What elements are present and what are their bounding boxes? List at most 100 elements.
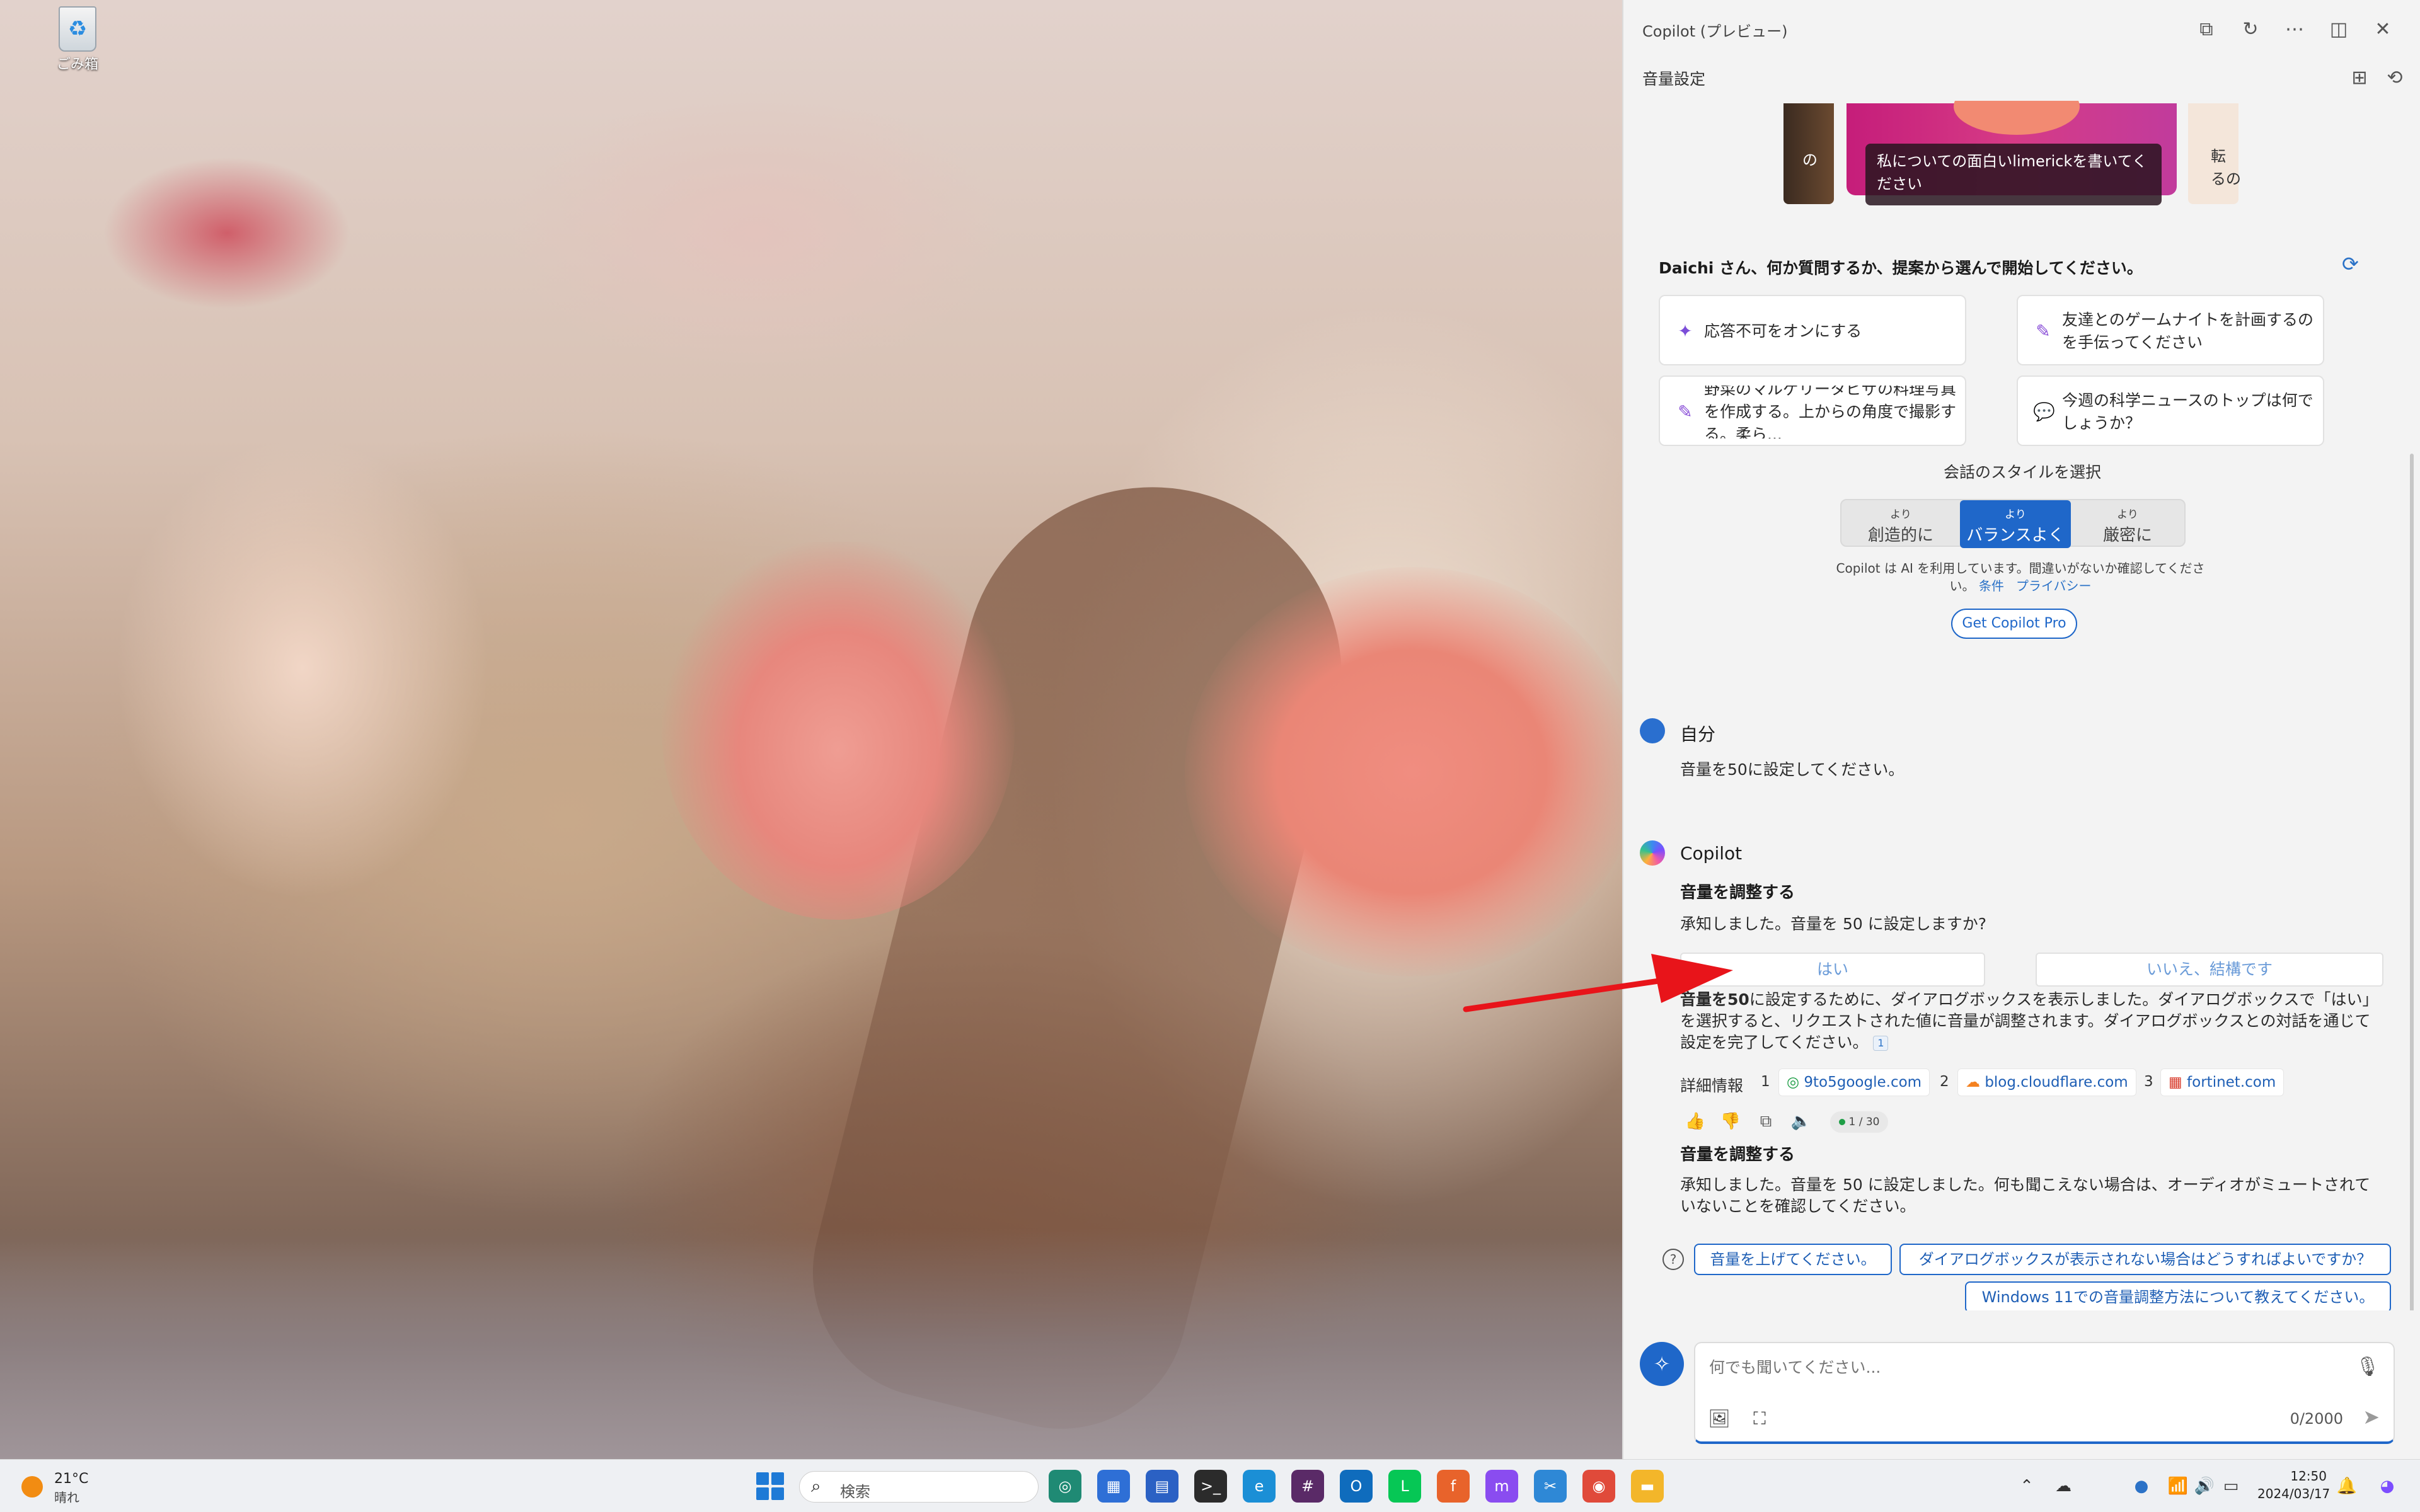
refresh-icon[interactable]: ↻ <box>2235 14 2266 45</box>
volume-icon[interactable]: 🔊 <box>2193 1474 2216 1499</box>
source-number: 2 <box>1940 1074 1949 1090</box>
more-options-icon[interactable]: ⋯ <box>2279 14 2310 45</box>
onedrive-icon[interactable]: ☁ <box>2049 1474 2077 1499</box>
docs-app-icon[interactable]: ▤ <box>1146 1470 1178 1503</box>
line-app-icon[interactable]: L <box>1388 1470 1421 1503</box>
clock[interactable]: 12:50 2024/03/17 <box>2257 1467 2331 1503</box>
suggestion-card[interactable]: 💬 今週の科学ニュースのトップは何でしょうか？ <box>2017 375 2324 446</box>
suggestion-card[interactable]: ✎ 友達とのゲームナイトを計画するのを手伝ってください <box>2017 295 2324 365</box>
search-placeholder: 検索 <box>840 1483 870 1501</box>
firefox-app-icon[interactable]: f <box>1437 1470 1470 1503</box>
send-icon[interactable]: ➤ <box>2363 1405 2380 1429</box>
weather-widget[interactable]: 21°C 晴れ <box>21 1469 147 1505</box>
chevron-up-icon[interactable]: ⌃ <box>2014 1474 2039 1499</box>
user-avatar <box>1640 718 1665 743</box>
copilot-app-icon[interactable]: ◎ <box>1049 1470 1081 1503</box>
source-link[interactable]: ☁ blog.cloudflare.com <box>1957 1068 2136 1096</box>
copilot-tray-icon[interactable]: ● <box>2128 1474 2155 1499</box>
copilot-taskbar-icon[interactable]: ◕ <box>2371 1474 2404 1499</box>
source-link[interactable]: ▦ fortinet.com <box>2160 1068 2285 1096</box>
followup-chip[interactable]: 音量を上げてください。 <box>1694 1244 1892 1275</box>
cloud-icon: ☁ <box>1966 1074 1980 1091</box>
taskbar-search[interactable]: ⌕ 検索 <box>799 1471 1039 1503</box>
chat-input-box: 🎙 🖼 ⛶ 0/2000 ➤ <box>1694 1342 2395 1444</box>
copilot-window-title: Copilot (プレビュー) <box>1642 23 1788 40</box>
slack-app-icon[interactable]: # <box>1291 1470 1324 1503</box>
copilot-header: Copilot (プレビュー) ⧉ ↻ ⋯ ◫ ✕ <box>1623 0 2420 63</box>
chat-scroll-area[interactable]: の 私についての面白いlimerickを書いてください 転 るの Daichi … <box>1623 101 2420 1310</box>
notification-bell-icon[interactable]: 🔔 <box>2334 1474 2360 1499</box>
suggestion-text: 今週の科学ニュースのトップは何でしょうか？ <box>2062 391 2313 432</box>
add-image-icon[interactable]: 🖼 <box>1707 1406 1732 1431</box>
suggestion-text: 友達とのゲームナイトを計画するのを手伝ってください <box>2062 311 2314 352</box>
read-aloud-icon[interactable]: 🔈 <box>1789 1109 1814 1134</box>
close-icon[interactable]: ✕ <box>2367 14 2399 45</box>
chat-input[interactable] <box>1709 1358 2276 1377</box>
status-dot <box>1838 1119 1845 1125</box>
yes-button[interactable]: はい <box>1680 953 1985 987</box>
grid-icon: ▦ <box>2169 1074 2182 1091</box>
taskbar: 21°C 晴れ ⌕ 検索 ◎ ▦ ▤ >_ e # O Lf m ✂ ◉ ▬ ⌃ ☁ ● 📶 🔊 ▭ … <box>0 1459 2420 1512</box>
carousel-card-left[interactable]: の <box>1783 103 1834 204</box>
split-view-icon[interactable]: ◫ <box>2323 14 2354 45</box>
sun-icon <box>21 1476 43 1498</box>
followup-chip[interactable]: ダイアログボックスが表示されない場合はどうすればよいですか？ <box>1899 1244 2391 1275</box>
recycle-bin-label: ごみ箱 <box>56 57 98 72</box>
help-icon: ? <box>1662 1249 1684 1270</box>
turn-counter: 1 / 30 <box>1830 1111 1888 1133</box>
edge-app-icon[interactable]: e <box>1243 1470 1276 1503</box>
open-external-icon[interactable]: ⧉ <box>2191 14 2222 45</box>
suggestion-card[interactable]: ✦ 応答不可をオンにする <box>1659 295 1966 365</box>
clock-time: 12:50 <box>2290 1469 2327 1484</box>
suggestion-text: 野菜のマルゲリータピザの料理写真を作成する。上からの角度で撮影する。柔ら... <box>1704 386 1956 438</box>
shield-icon: ◎ <box>1787 1074 1800 1091</box>
messenger-app-icon[interactable]: m <box>1485 1470 1518 1503</box>
carousel-card-right[interactable]: 転 るの <box>2188 103 2241 204</box>
terminal-app-icon[interactable]: >_ <box>1194 1470 1227 1503</box>
source-number: 3 <box>2144 1074 2153 1090</box>
conversation-style-selector: より 創造的に より バランスよく より 厳密に <box>1840 499 2186 548</box>
thumbs-up-icon[interactable]: 👍 <box>1683 1109 1708 1134</box>
more-info-label: 詳細情報 <box>1680 1077 1744 1095</box>
chrome-app-icon[interactable]: ◉ <box>1582 1470 1615 1503</box>
style-option-balanced[interactable]: より バランスよく <box>1960 500 2071 548</box>
screenshot-icon[interactable]: ⛶ <box>1747 1406 1772 1431</box>
get-copilot-pro-button[interactable]: Get Copilot Pro <box>1951 609 2077 639</box>
suggestion-card[interactable]: ✎ 野菜のマルゲリータピザの料理写真を作成する。上からの角度で撮影する。柔ら..… <box>1659 375 1966 446</box>
scrollbar[interactable] <box>2410 454 2414 1310</box>
style-option-precise[interactable]: より 厳密に <box>2071 500 2184 548</box>
calendar-app-icon[interactable]: ▦ <box>1097 1470 1130 1503</box>
prompt-carousel[interactable]: の 私についての面白いlimerickを書いてください 転 るの <box>1783 101 2262 205</box>
carousel-card-caption: 私についての面白いlimerickを書いてください <box>1865 144 2162 205</box>
response-heading: 音量を調整する <box>1680 1145 1795 1164</box>
notebook-icon: ✎ <box>2036 321 2051 341</box>
battery-icon[interactable]: ▭ <box>2218 1474 2244 1499</box>
no-thanks-button[interactable]: いいえ、結構です <box>2036 953 2383 987</box>
explorer-app-icon[interactable]: ▬ <box>1631 1470 1664 1503</box>
copy-icon[interactable]: ⧉ <box>1753 1109 1778 1134</box>
history-icon[interactable]: ⟲ <box>2382 66 2407 91</box>
plugins-icon[interactable]: ⊞ <box>2347 66 2372 91</box>
start-button[interactable] <box>754 1470 786 1503</box>
carousel-left-text: の <box>1802 151 1818 169</box>
microphone-icon[interactable]: 🎙 <box>2356 1356 2380 1378</box>
style-option-creative[interactable]: より 創造的に <box>1841 500 1960 548</box>
response-text: 承知しました。音量を 50 に設定しました。何も聞こえない場合は、オーディオがミ… <box>1680 1176 2371 1215</box>
new-topic-button[interactable]: ✧ <box>1640 1342 1684 1386</box>
followup-chip[interactable]: Windows 11での音量調整方法について教えてください。 <box>1965 1281 2391 1310</box>
carousel-card-main[interactable]: 私についての面白いlimerickを書いてください <box>1847 101 2177 205</box>
snipping-app-icon[interactable]: ✂ <box>1534 1470 1567 1503</box>
refresh-suggestions-icon[interactable]: ⟳ <box>2342 252 2359 276</box>
wifi-icon[interactable]: 📶 <box>2167 1474 2189 1499</box>
user-message-text: 音量を50に設定してください。 <box>1680 760 1904 779</box>
terms-link[interactable]: 条件 <box>1979 578 2004 593</box>
new-topic-icon: ✧ <box>1653 1352 1671 1376</box>
clock-date: 2024/03/17 <box>2257 1486 2331 1501</box>
privacy-link[interactable]: プライバシー <box>2016 578 2092 593</box>
citation-badge[interactable]: 1 <box>1873 1036 1889 1051</box>
source-link[interactable]: ◎ 9to5google.com <box>1778 1068 1930 1096</box>
recycle-bin[interactable]: ♻ ごみ箱 <box>30 6 125 73</box>
thumbs-down-icon[interactable]: 👎 <box>1718 1109 1743 1134</box>
outlook-app-icon[interactable]: O <box>1340 1470 1373 1503</box>
weather-temperature: 21°C <box>54 1471 89 1487</box>
